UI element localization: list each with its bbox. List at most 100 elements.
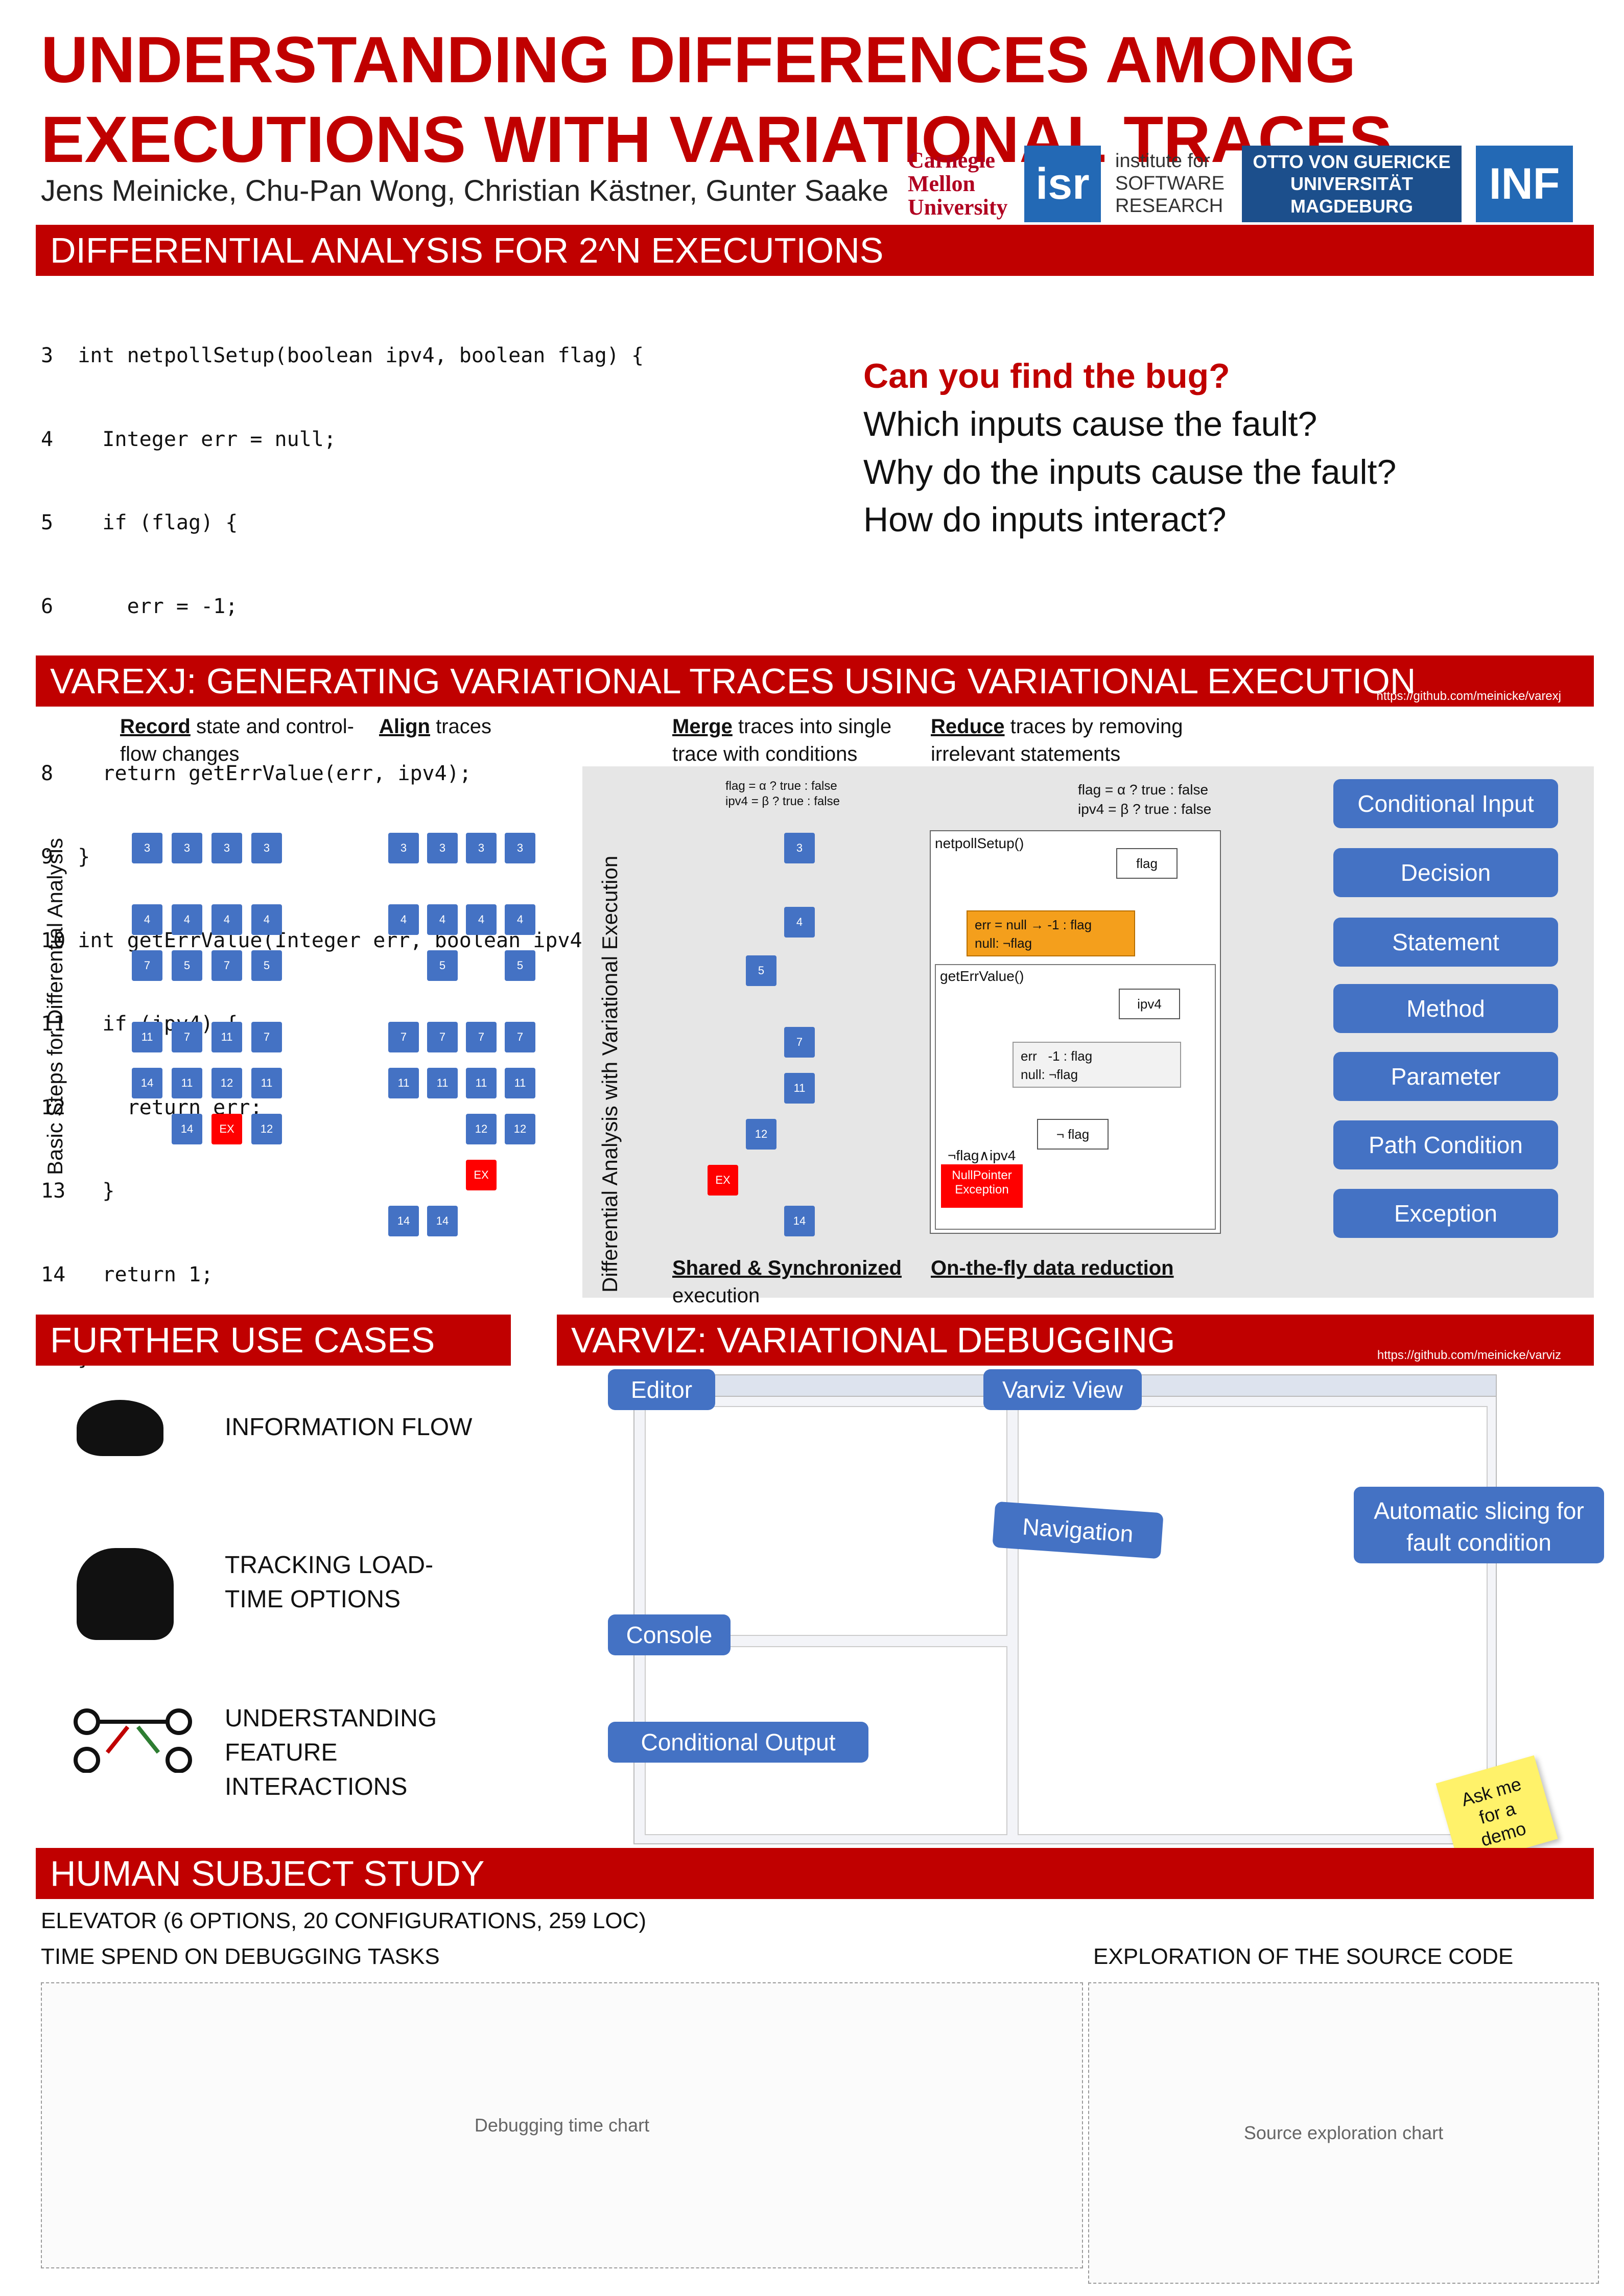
trace-node: 12 (251, 1114, 282, 1144)
onthefly-bold: On-the-fly data reduction (931, 1257, 1174, 1279)
merge-step: Merge traces into single trace with cond… (672, 713, 933, 768)
shared-label: Shared & Synchronized execution (672, 1254, 938, 1309)
legend-decision: Decision (1333, 848, 1558, 897)
merged-node: 5 (746, 955, 776, 986)
trace-node-exception: EX (466, 1160, 497, 1190)
isr-logo: isr (1024, 146, 1101, 222)
feature-interaction-icon (72, 1706, 194, 1773)
exploration-chart-title: EXPLORATION OF THE SOURCE CODE (1093, 1944, 1514, 1969)
trace-node: 4 (172, 904, 202, 935)
shared-rest: execution (672, 1284, 760, 1307)
source-exploration-chart-placeholder: Source exploration chart (1088, 1982, 1599, 2284)
merged-node: 11 (784, 1073, 815, 1104)
varviz-view-pane (1018, 1406, 1488, 1835)
trace-node: 11 (132, 1022, 162, 1052)
trace-node: 7 (251, 1022, 282, 1052)
record-traces: 3 3 3 3 4 4 4 4 7 5 7 5 11 7 11 7 14 11 … (123, 777, 347, 1262)
trace-node: 5 (427, 950, 458, 981)
isr-text: institute for SOFTWARE RESEARCH (1115, 150, 1225, 217)
console-label: Console (608, 1614, 731, 1655)
trace-node: 7 (172, 1022, 202, 1052)
geterr-label: getErrValue() (940, 968, 1024, 984)
trace-node: 7 (211, 950, 242, 981)
merged-node: 14 (784, 1206, 815, 1236)
varexj-link[interactable]: https://github.com/meinicke/varexj (1377, 671, 1562, 722)
reduce-ipv4-cond: ipv4 = β ? true : false (1078, 801, 1212, 817)
trace-node: 5 (505, 950, 535, 981)
decision-ipv4: ipv4 (1119, 989, 1180, 1019)
trace-node: 12 (211, 1068, 242, 1098)
trace-node: 11 (427, 1068, 458, 1098)
question-interact: How do inputs interact? (863, 500, 1227, 540)
code-line: 4 Integer err = null; (41, 427, 336, 451)
study-subtitle: ELEVATOR (6 OPTIONS, 20 CONFIGURATIONS, … (41, 1908, 647, 1933)
trace-node: 3 (505, 833, 535, 863)
trace-node: 14 (172, 1114, 202, 1144)
align-traces: 3 3 3 3 4 4 4 4 5 5 7 7 7 7 11 11 11 11 … (383, 777, 557, 1262)
record-step: Record state and control-flow changes (120, 713, 360, 768)
align-rest: traces (436, 715, 492, 738)
code-line: 3 int netpollSetup(boolean ipv4, boolean… (41, 344, 644, 367)
cmu-logo: Carnegie Mellon University (908, 147, 1008, 220)
trace-node: 3 (132, 833, 162, 863)
inf-logo: INF (1476, 146, 1573, 222)
trace-node: 11 (211, 1022, 242, 1052)
legend-exception: Exception (1333, 1189, 1558, 1238)
trace-node: 7 (505, 1022, 535, 1052)
editor-label: Editor (608, 1369, 715, 1410)
legend-method: Method (1333, 984, 1558, 1033)
merged-node: 4 (784, 907, 815, 938)
varviz-screenshot (633, 1374, 1497, 1844)
trace-node: 4 (211, 904, 242, 935)
parameter-box: err -1 : flag null: ¬flag (1013, 1042, 1181, 1088)
merged-node: 7 (784, 1027, 815, 1058)
questions: Can you find the bug? Which inputs cause… (863, 353, 1579, 544)
merged-node: 12 (746, 1119, 776, 1150)
editor-pane (645, 1406, 1007, 1636)
trace-node: 7 (466, 1022, 497, 1052)
slicing-label: Automatic slicing for fault condition (1354, 1487, 1604, 1563)
use-case-load-time: TRACKING LOAD-TIME OPTIONS (225, 1552, 434, 1613)
trace-node: 3 (388, 833, 419, 863)
path-condition-text: ¬flag∧ipv4 (948, 1147, 1016, 1163)
trace-node: 4 (251, 904, 282, 935)
section-varviz-text: VARVIZ: VARIATIONAL DEBUGGING (571, 1320, 1175, 1360)
ve-rotated-label: Differential Analysis with Variational E… (598, 855, 622, 1293)
align-bold: Align (379, 715, 430, 738)
record-bold: Record (120, 715, 191, 738)
section-varexj-title: VAREXJ: GENERATING VARIATIONAL TRACES US… (36, 655, 1594, 707)
trace-node: 12 (466, 1114, 497, 1144)
trace-node: 4 (388, 904, 419, 935)
merged-node: 3 (784, 833, 815, 863)
trace-node: 11 (251, 1068, 282, 1098)
onthefly-label: On-the-fly data reduction (931, 1254, 1248, 1282)
trace-node: 4 (427, 904, 458, 935)
decision-not-flag: ¬ flag (1037, 1119, 1109, 1150)
code-line: 6 err = -1; (41, 594, 238, 618)
trace-node: 11 (172, 1068, 202, 1098)
question-inputs: Which inputs cause the fault? (863, 404, 1317, 443)
trace-node: 5 (251, 950, 282, 981)
time-chart-title: TIME SPEND ON DEBUGGING TASKS (41, 1944, 440, 1969)
trace-node-exception: EX (211, 1114, 242, 1144)
trace-node: 3 (172, 833, 202, 863)
trace-node: 11 (505, 1068, 535, 1098)
netpoll-label: netpollSetup() (935, 835, 1024, 851)
logo-row: Carnegie Mellon University isr institute… (908, 143, 1573, 225)
npe-box: NullPointer Exception (941, 1164, 1023, 1208)
trace-node: 4 (132, 904, 162, 935)
detective-icon (77, 1548, 174, 1640)
trace-node: 3 (427, 833, 458, 863)
trace-node: 7 (132, 950, 162, 981)
statement-box: err = null → -1 : flag null: ¬flag (967, 910, 1135, 956)
merge-ipv4-cond: ipv4 = β ? true : false (725, 794, 840, 808)
merge-flag-cond: flag = α ? true : false (725, 779, 837, 793)
authors: Jens Meinicke, Chu-Pan Wong, Christian K… (41, 174, 889, 207)
trace-node: 11 (466, 1068, 497, 1098)
trace-node: 4 (466, 904, 497, 935)
varviz-link[interactable]: https://github.com/meinicke/varviz (1377, 1330, 1561, 1381)
trace-node: 5 (172, 950, 202, 981)
legend-statement: Statement (1333, 918, 1558, 967)
merged-node-exception: EX (708, 1165, 738, 1196)
shared-bold: Shared & Synchronized (672, 1257, 902, 1279)
